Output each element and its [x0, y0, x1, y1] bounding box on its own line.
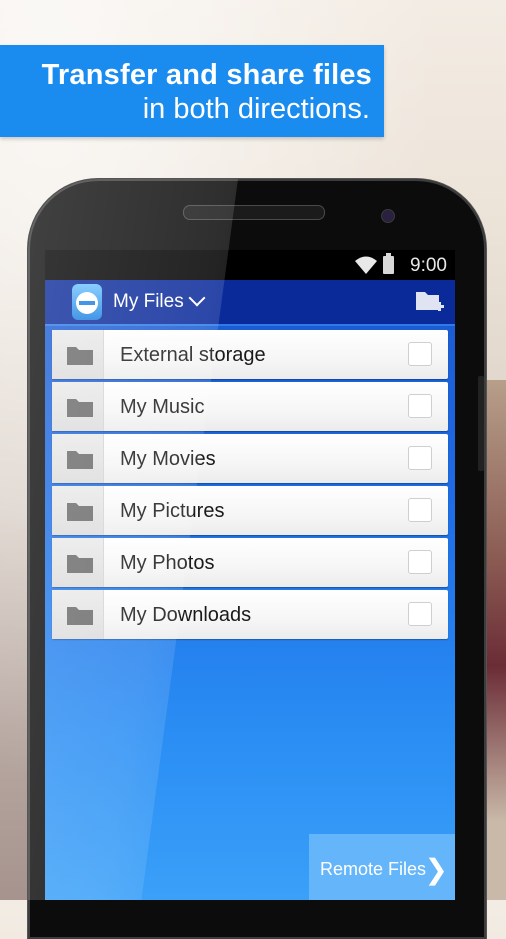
status-time: 9:00: [410, 255, 447, 276]
phone-camera: [381, 209, 395, 223]
file-row-label: My Pictures: [120, 500, 225, 522]
folder-icon: [67, 347, 93, 365]
folder-icon: [67, 503, 93, 521]
file-row-label: External storage: [120, 344, 266, 366]
folder-icon: [67, 399, 93, 417]
app-bar: My Files: [45, 280, 455, 326]
folder-icon: [67, 555, 93, 573]
file-row-checkbox[interactable]: [408, 550, 432, 574]
teamviewer-logo-icon[interactable]: [72, 284, 102, 320]
location-dropdown-title[interactable]: My Files: [113, 291, 184, 313]
battery-icon: [383, 253, 394, 274]
file-row-checkbox[interactable]: [408, 602, 432, 626]
phone-side-button: [478, 376, 484, 471]
promo-banner: Transfer and share files in both directi…: [0, 45, 384, 137]
file-row-label: My Music: [120, 396, 205, 418]
file-row-label: My Downloads: [120, 604, 252, 626]
phone-speaker: [183, 205, 325, 220]
chevron-right-icon: ❯: [424, 854, 448, 885]
file-row[interactable]: External storage: [52, 330, 448, 379]
file-row-checkbox[interactable]: [408, 394, 432, 418]
banner-subline: in both directions.: [142, 93, 370, 125]
file-row[interactable]: My Movies: [52, 434, 448, 483]
file-row[interactable]: My Pictures: [52, 486, 448, 535]
status-bar: 9:00: [45, 250, 455, 280]
folder-icon: [67, 607, 93, 625]
file-row-label: My Photos: [120, 552, 215, 574]
file-row-label: My Movies: [120, 448, 216, 470]
file-row[interactable]: My Music: [52, 382, 448, 431]
wifi-icon: [355, 256, 377, 274]
file-row-checkbox[interactable]: [408, 342, 432, 366]
remote-files-button[interactable]: Remote Files ❯: [309, 834, 455, 900]
chevron-down-icon[interactable]: [188, 289, 206, 307]
remote-files-label: Remote Files: [320, 859, 427, 879]
folder-icon: [67, 451, 93, 469]
new-folder-icon[interactable]: [415, 289, 445, 315]
file-row-checkbox[interactable]: [408, 446, 432, 470]
file-row-checkbox[interactable]: [408, 498, 432, 522]
file-row[interactable]: My Downloads: [52, 590, 448, 639]
banner-headline: Transfer and share files: [41, 59, 372, 91]
file-list: External storage My Music My Movies My P…: [52, 330, 448, 642]
phone-screen: 9:00 My Files External storage My Music: [45, 250, 455, 900]
file-row[interactable]: My Photos: [52, 538, 448, 587]
